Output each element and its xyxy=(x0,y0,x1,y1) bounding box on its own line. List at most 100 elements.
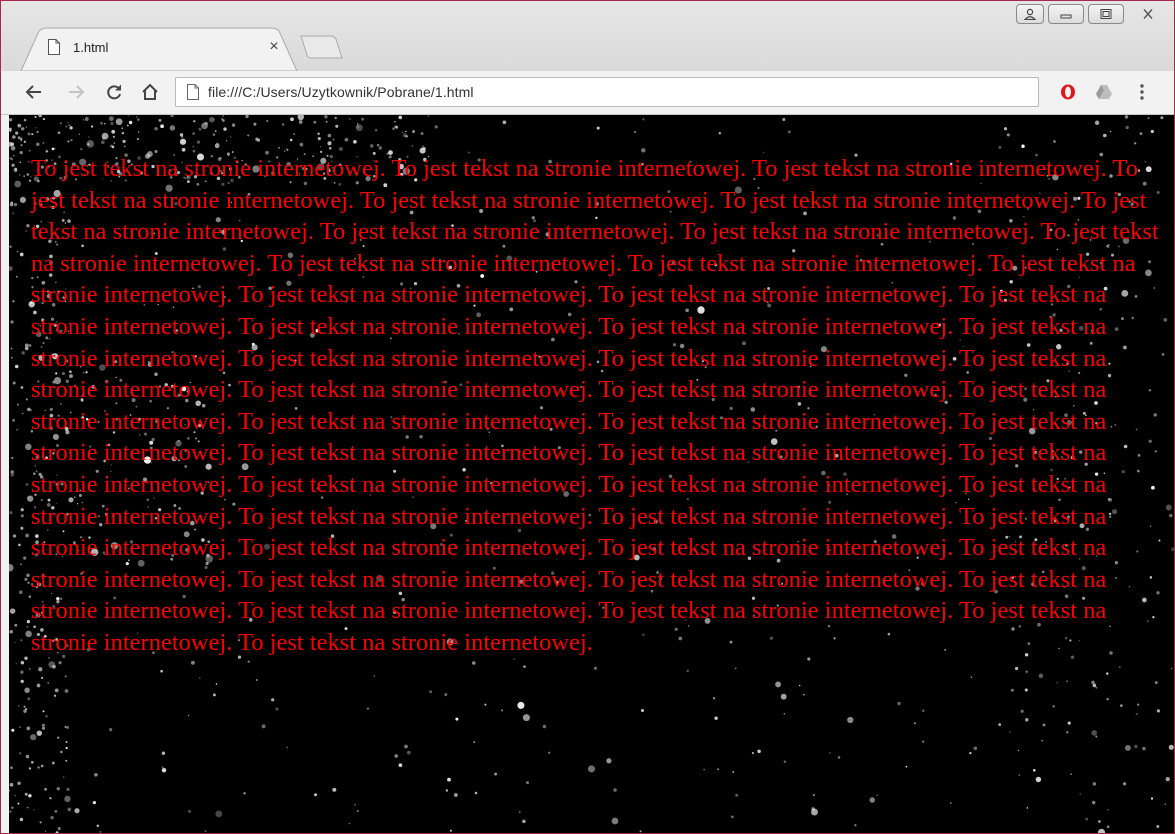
star-speck xyxy=(812,793,816,797)
star-speck xyxy=(299,142,304,147)
star-speck xyxy=(9,511,13,515)
star-speck xyxy=(717,768,719,771)
star-speck xyxy=(65,759,68,762)
star-speck xyxy=(641,709,644,712)
star-speck xyxy=(18,705,20,707)
star-speck xyxy=(394,120,396,123)
star-speck xyxy=(405,130,407,133)
star-speck xyxy=(192,132,196,136)
reload-icon[interactable] xyxy=(101,79,127,105)
kebab-menu-icon[interactable] xyxy=(1129,79,1155,105)
star-speck xyxy=(897,701,901,706)
star-speck xyxy=(23,175,26,178)
star-speck xyxy=(1003,127,1008,131)
star-speck xyxy=(30,734,37,741)
star-speck xyxy=(9,810,12,813)
page-text: To jest tekst na stronie internetowej. T… xyxy=(31,155,1159,656)
arrow-right-icon[interactable] xyxy=(63,79,89,105)
star-speck xyxy=(215,810,223,818)
star-speck xyxy=(256,138,261,142)
star-speck xyxy=(154,126,158,131)
opera-icon[interactable] xyxy=(1055,79,1081,105)
star-speck xyxy=(10,158,14,161)
star-speck xyxy=(82,119,85,121)
star-speck xyxy=(1070,773,1072,775)
star-speck xyxy=(58,661,62,665)
star-speck xyxy=(27,497,30,499)
star-speck xyxy=(1091,730,1097,736)
star-speck xyxy=(86,140,94,148)
star-speck xyxy=(19,252,24,257)
star-speck xyxy=(634,131,636,133)
star-speck xyxy=(1085,817,1089,821)
star-speck xyxy=(41,723,45,727)
star-speck xyxy=(9,789,11,792)
star-speck xyxy=(24,687,30,693)
minimize-icon[interactable] xyxy=(1048,4,1084,24)
tab-close-icon[interactable]: × xyxy=(265,38,283,56)
star-speck xyxy=(63,776,65,778)
star-speck xyxy=(57,736,60,739)
star-speck xyxy=(1109,130,1112,133)
star-speck xyxy=(1079,793,1081,795)
star-speck xyxy=(56,787,60,791)
star-speck xyxy=(473,741,476,743)
star-speck xyxy=(519,811,521,813)
star-speck xyxy=(10,470,14,474)
star-speck xyxy=(20,139,22,142)
star-speck xyxy=(1094,120,1100,126)
star-speck xyxy=(286,149,289,151)
star-speck xyxy=(53,694,57,697)
star-speck xyxy=(837,756,841,759)
star-speck xyxy=(1009,731,1011,733)
star-speck xyxy=(454,793,458,797)
close-icon[interactable] xyxy=(1128,4,1168,24)
star-speck xyxy=(1056,682,1058,684)
star-speck xyxy=(1124,115,1129,119)
tab-1[interactable]: 1.html × xyxy=(47,32,287,62)
star-speck xyxy=(1042,723,1046,727)
url-text[interactable]: file:///C:/Users/Uzytkownik/Pobrane/1.ht… xyxy=(208,84,474,100)
star-speck xyxy=(122,139,126,144)
star-speck xyxy=(293,133,295,135)
star-speck xyxy=(12,212,14,214)
star-speck xyxy=(526,781,529,785)
star-speck xyxy=(1134,744,1138,749)
star-speck xyxy=(65,125,68,128)
star-speck xyxy=(26,573,30,578)
star-speck xyxy=(66,725,70,729)
maximize-icon[interactable] xyxy=(1088,4,1124,24)
star-speck xyxy=(606,758,612,764)
star-speck xyxy=(23,140,26,143)
arrow-left-icon[interactable] xyxy=(21,79,47,105)
star-speck xyxy=(402,133,407,138)
star-speck xyxy=(1067,721,1071,725)
star-speck xyxy=(16,428,19,431)
user-icon[interactable] xyxy=(1016,4,1044,24)
star-speck xyxy=(196,140,201,144)
star-speck xyxy=(1156,825,1160,828)
star-speck xyxy=(44,830,47,832)
address-bar[interactable]: file:///C:/Users/Uzytkownik/Pobrane/1.ht… xyxy=(175,77,1039,107)
star-speck xyxy=(137,131,140,133)
star-speck xyxy=(783,713,785,715)
star-speck xyxy=(19,817,24,822)
star-speck xyxy=(84,117,89,121)
star-speck xyxy=(23,556,27,560)
star-speck xyxy=(411,145,414,147)
star-speck xyxy=(998,145,1002,149)
star-speck xyxy=(20,127,25,131)
star-speck xyxy=(24,346,29,351)
star-speck xyxy=(36,130,39,134)
star-speck xyxy=(19,174,21,176)
star-speck xyxy=(111,129,116,134)
star-speck xyxy=(33,809,35,811)
new-tab-button[interactable] xyxy=(299,35,343,59)
star-speck xyxy=(1092,800,1096,805)
star-speck xyxy=(1025,670,1028,674)
star-speck xyxy=(998,723,1002,726)
home-icon[interactable] xyxy=(137,79,163,105)
star-speck xyxy=(1119,704,1123,707)
drive-icon[interactable] xyxy=(1091,79,1117,105)
star-speck xyxy=(370,144,374,148)
